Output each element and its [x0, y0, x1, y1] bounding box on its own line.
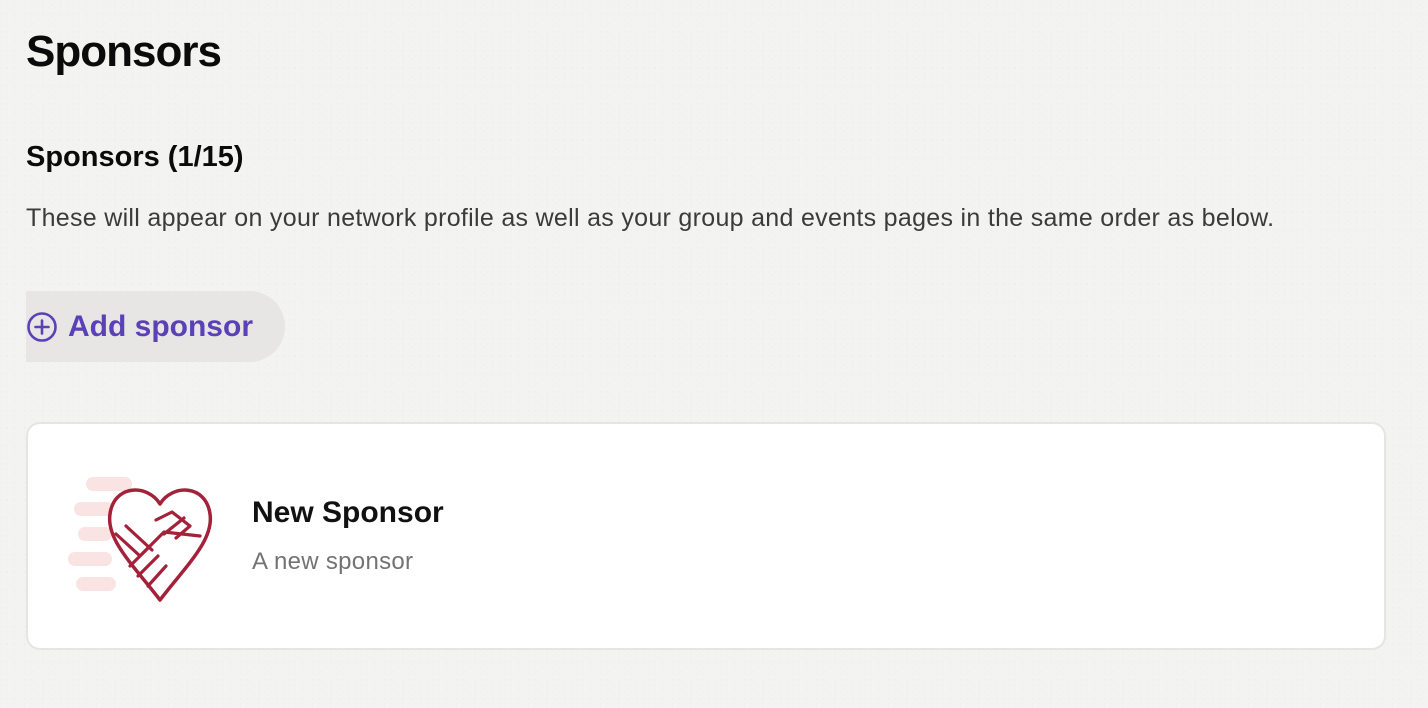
section-heading: Sponsors (1/15) — [26, 141, 244, 173]
add-sponsor-button[interactable]: Add sponsor — [26, 291, 285, 362]
section-description: These will appear on your network profil… — [26, 204, 1275, 232]
sponsor-name: New Sponsor — [252, 496, 444, 529]
heart-handshake-icon — [68, 474, 218, 604]
sponsors-page: Sponsors Sponsors (1/15) These will appe… — [0, 0, 1428, 708]
sponsor-card[interactable]: New Sponsor A new sponsor — [26, 422, 1386, 650]
page-title: Sponsors — [26, 27, 222, 76]
plus-circle-icon — [26, 311, 58, 343]
sponsor-description: A new sponsor — [252, 548, 414, 575]
add-sponsor-label: Add sponsor — [68, 309, 253, 343]
